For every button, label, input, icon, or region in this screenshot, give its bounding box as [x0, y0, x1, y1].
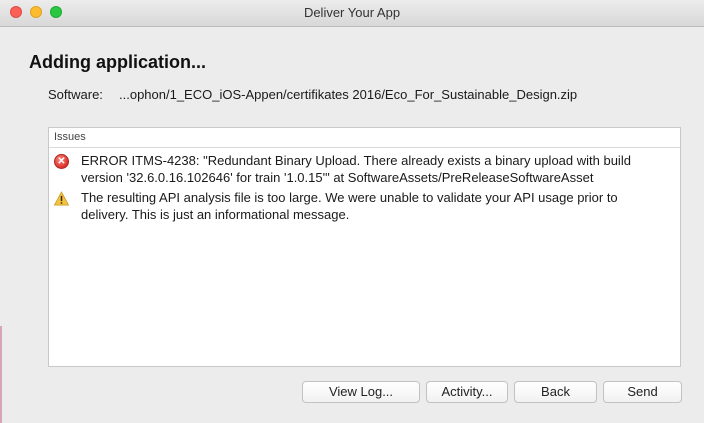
issue-line: delivery. This is just an informational … [81, 207, 350, 222]
issues-header: Issues [49, 128, 680, 148]
view-log-button[interactable]: View Log... [302, 381, 420, 403]
issue-text-warning: The resulting API analysis file is too l… [81, 189, 671, 223]
issue-text-error: ERROR ITMS-4238: "Redundant Binary Uploa… [81, 152, 671, 186]
software-label: Software: [48, 87, 103, 102]
warning-icon [54, 191, 69, 206]
issue-line: ERROR ITMS-4238: "Redundant Binary Uploa… [81, 153, 631, 168]
error-icon: ✕ [54, 154, 69, 169]
send-button[interactable]: Send [603, 381, 682, 403]
software-path: ...ophon/1_ECO_iOS-Appen/certifikates 20… [119, 87, 578, 102]
issue-line: The resulting API analysis file is too l… [81, 190, 618, 205]
activity-button[interactable]: Activity... [426, 381, 508, 403]
back-button[interactable]: Back [514, 381, 597, 403]
window-title: Deliver Your App [303, 5, 401, 20]
page-title: Adding application... [29, 52, 206, 72]
window-edge [0, 326, 2, 423]
title-bar: Deliver Your App [0, 0, 704, 27]
issue-line: version '32.6.0.16.102646' for train '1.… [81, 170, 594, 185]
issues-panel[interactable]: Issues ✕ ERROR ITMS-4238: "Redundant Bin… [48, 127, 681, 367]
